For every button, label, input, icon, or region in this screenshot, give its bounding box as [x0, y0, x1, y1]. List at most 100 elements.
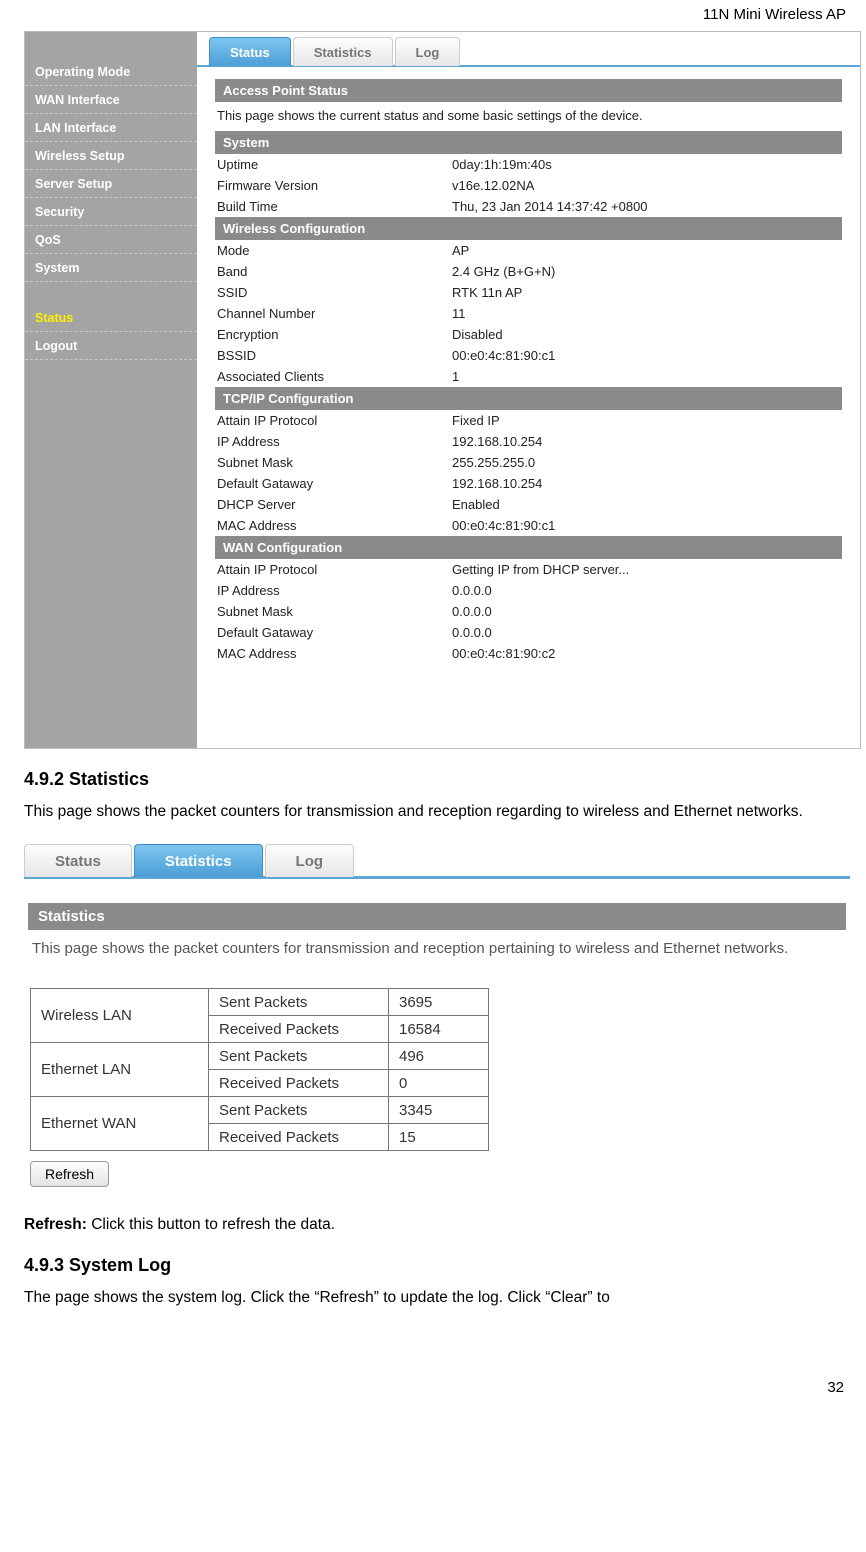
status-row: ModeAP — [215, 240, 842, 261]
table-metric: Sent Packets — [209, 988, 389, 1015]
status-row: MAC Address00:e0:4c:81:90:c1 — [215, 515, 842, 536]
status-row: Attain IP ProtocolFixed IP — [215, 410, 842, 431]
screenshot-statistics: StatusStatisticsLog Statistics This page… — [24, 839, 850, 1195]
sidebar-item[interactable]: Security — [25, 198, 197, 226]
table-value: 3695 — [389, 988, 489, 1015]
section-header: System — [215, 131, 842, 154]
status-value: 192.168.10.254 — [452, 434, 840, 449]
statistics-panel: Statistics This page shows the packet co… — [24, 879, 850, 1195]
status-key: Associated Clients — [217, 369, 452, 384]
sidebar-item[interactable]: QoS — [25, 226, 197, 254]
tab-log[interactable]: Log — [395, 37, 461, 66]
status-row: Subnet Mask255.255.255.0 — [215, 452, 842, 473]
status-key: Encryption — [217, 327, 452, 342]
status-row: Attain IP ProtocolGetting IP from DHCP s… — [215, 559, 842, 580]
table-metric: Sent Packets — [209, 1042, 389, 1069]
table-value: 16584 — [389, 1015, 489, 1042]
status-value: 00:e0:4c:81:90:c1 — [452, 348, 840, 363]
statistics-table: Wireless LANSent Packets3695 Received Pac… — [30, 988, 489, 1151]
table-group: Wireless LAN — [31, 988, 209, 1042]
table-metric: Received Packets — [209, 1069, 389, 1096]
status-key: MAC Address — [217, 518, 452, 533]
status-value: 192.168.10.254 — [452, 476, 840, 491]
status-value: 2.4 GHz (B+G+N) — [452, 264, 840, 279]
paragraph-statistics: This page shows the packet counters for … — [24, 800, 842, 825]
table-row: Wireless LANSent Packets3695 — [31, 988, 489, 1015]
tab-status[interactable]: Status — [209, 37, 291, 66]
sidebar-item[interactable]: Logout — [25, 332, 197, 360]
refresh-description: Refresh: Click this button to refresh th… — [24, 1213, 842, 1238]
sidebar: Operating ModeWAN InterfaceLAN Interface… — [25, 32, 197, 748]
status-value: 00:e0:4c:81:90:c1 — [452, 518, 840, 533]
tab-statistics[interactable]: Statistics — [293, 37, 393, 66]
status-row: IP Address192.168.10.254 — [215, 431, 842, 452]
sidebar-item[interactable]: Operating Mode — [25, 58, 197, 86]
status-key: Firmware Version — [217, 178, 452, 193]
status-value: 00:e0:4c:81:90:c2 — [452, 646, 840, 661]
status-key: Default Gataway — [217, 625, 452, 640]
status-row: Band2.4 GHz (B+G+N) — [215, 261, 842, 282]
table-metric: Received Packets — [209, 1123, 389, 1150]
paragraph-system-log: The page shows the system log. Click the… — [24, 1286, 842, 1311]
status-value: Fixed IP — [452, 413, 840, 428]
status-key: Subnet Mask — [217, 455, 452, 470]
status-row: DHCP ServerEnabled — [215, 494, 842, 515]
status-row: Default Gataway192.168.10.254 — [215, 473, 842, 494]
tab-bar-2: StatusStatisticsLog — [24, 839, 850, 879]
status-value: Thu, 23 Jan 2014 14:37:42 +0800 — [452, 199, 840, 214]
status-row: SSIDRTK 11n AP — [215, 282, 842, 303]
section-header: Wireless Configuration — [215, 217, 842, 240]
sidebar-item[interactable]: WAN Interface — [25, 86, 197, 114]
status-key: BSSID — [217, 348, 452, 363]
status-row: MAC Address00:e0:4c:81:90:c2 — [215, 643, 842, 664]
tab-status[interactable]: Status — [24, 844, 132, 877]
status-value: RTK 11n AP — [452, 285, 840, 300]
refresh-text: Click this button to refresh the data. — [87, 1216, 335, 1233]
status-key: Channel Number — [217, 306, 452, 321]
section-desc-statistics: This page shows the packet counters for … — [28, 930, 846, 988]
status-row: Build TimeThu, 23 Jan 2014 14:37:42 +080… — [215, 196, 842, 217]
status-key: Subnet Mask — [217, 604, 452, 619]
sidebar-item[interactable]: System — [25, 254, 197, 282]
tab-statistics[interactable]: Statistics — [134, 844, 263, 877]
status-row: IP Address0.0.0.0 — [215, 580, 842, 601]
section-header-statistics: Statistics — [28, 903, 846, 930]
page-number: 32 — [0, 1355, 866, 1402]
sidebar-item[interactable]: Server Setup — [25, 170, 197, 198]
status-value: Enabled — [452, 497, 840, 512]
status-row: Firmware Versionv16e.12.02NA — [215, 175, 842, 196]
status-row: Associated Clients1 — [215, 366, 842, 387]
status-key: MAC Address — [217, 646, 452, 661]
status-value: 255.255.255.0 — [452, 455, 840, 470]
table-value: 15 — [389, 1123, 489, 1150]
status-value: 0.0.0.0 — [452, 604, 840, 619]
status-key: Band — [217, 264, 452, 279]
status-key: Attain IP Protocol — [217, 562, 452, 577]
status-value: 0day:1h:19m:40s — [452, 157, 840, 172]
refresh-button[interactable]: Refresh — [30, 1161, 109, 1187]
status-value: Getting IP from DHCP server... — [452, 562, 840, 577]
refresh-label: Refresh: — [24, 1216, 87, 1233]
status-value: 1 — [452, 369, 840, 384]
status-row: Default Gataway0.0.0.0 — [215, 622, 842, 643]
sidebar-item[interactable]: Status — [25, 304, 197, 332]
tab-log[interactable]: Log — [265, 844, 355, 877]
status-row: Subnet Mask0.0.0.0 — [215, 601, 842, 622]
sidebar-item[interactable]: Wireless Setup — [25, 142, 197, 170]
status-key: Default Gataway — [217, 476, 452, 491]
heading-system-log: 4.9.3 System Log — [24, 1255, 846, 1276]
status-value: 0.0.0.0 — [452, 583, 840, 598]
section-header: Access Point Status — [215, 79, 842, 102]
table-group: Ethernet WAN — [31, 1096, 209, 1150]
status-row: Channel Number11 — [215, 303, 842, 324]
table-row: Ethernet LANSent Packets496 — [31, 1042, 489, 1069]
status-key: IP Address — [217, 434, 452, 449]
status-value: AP — [452, 243, 840, 258]
sidebar-item[interactable]: LAN Interface — [25, 114, 197, 142]
status-value: 0.0.0.0 — [452, 625, 840, 640]
status-value: Disabled — [452, 327, 840, 342]
status-row: Uptime0day:1h:19m:40s — [215, 154, 842, 175]
table-value: 0 — [389, 1069, 489, 1096]
status-key: DHCP Server — [217, 497, 452, 512]
status-key: Uptime — [217, 157, 452, 172]
